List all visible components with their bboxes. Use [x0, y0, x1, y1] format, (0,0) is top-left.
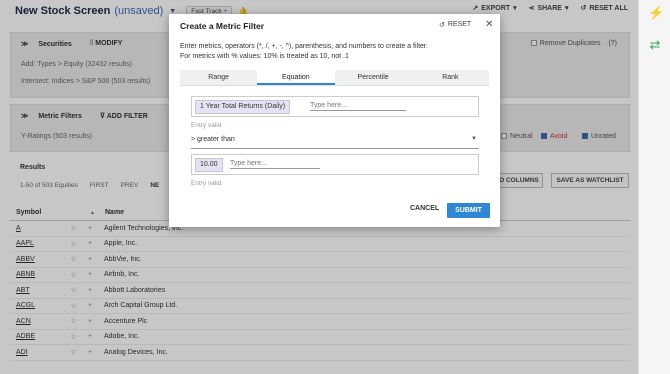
value-input[interactable]: Type here...: [230, 160, 320, 169]
close-icon[interactable]: ✕: [485, 19, 493, 30]
submit-button[interactable]: SUBMIT: [447, 203, 490, 218]
lightning-icon[interactable]: ⚡: [648, 6, 664, 20]
metric-input[interactable]: Type here...: [310, 102, 406, 111]
value-valid-text: Entry valid: [191, 180, 222, 187]
swap-icon[interactable]: ⇄: [648, 38, 662, 52]
dialog-reset-button[interactable]: ↺ RESET: [439, 21, 471, 29]
operator-value: > greater than: [191, 136, 235, 143]
metric-equation-field[interactable]: 1 Year Total Returns (Daily) Type here..…: [191, 96, 479, 117]
tab-equation[interactable]: Equation: [257, 70, 335, 85]
main-panel: New Stock Screen (unsaved) ▼ Fast Track …: [0, 0, 638, 374]
dropdown-arrow-icon: ▼: [471, 136, 477, 142]
dialog-title: Create a Metric Filter: [180, 21, 265, 31]
tab-percentile[interactable]: Percentile: [335, 70, 412, 85]
reset-icon: ↺: [439, 22, 445, 29]
tab-range[interactable]: Range: [180, 70, 257, 85]
filter-type-tabs: Range Equation Percentile Rank: [180, 70, 489, 86]
value-chip[interactable]: 10.00: [195, 158, 223, 172]
metric-valid-text: Entry valid: [191, 122, 222, 129]
tab-rank[interactable]: Rank: [412, 70, 489, 85]
value-equation-field[interactable]: 10.00 Type here...: [191, 154, 479, 175]
cancel-button[interactable]: CANCEL: [410, 205, 439, 212]
metric-filter-dialog: Create a Metric Filter ↺ RESET ✕ Enter me…: [169, 14, 500, 227]
metric-chip[interactable]: 1 Year Total Returns (Daily): [195, 100, 291, 114]
description-line-1: Enter metrics, operators (*, /, +, -, ^)…: [180, 43, 428, 50]
dialog-reset-label: RESET: [447, 21, 472, 28]
operator-select[interactable]: > greater than ▼: [191, 136, 479, 149]
description-line-2: For metrics with % values: 10% is treate…: [180, 53, 349, 60]
right-sidebar: ⚡ ⇄: [638, 0, 670, 374]
dialog-description: Enter metrics, operators (*, /, +, -, ^)…: [180, 42, 428, 62]
